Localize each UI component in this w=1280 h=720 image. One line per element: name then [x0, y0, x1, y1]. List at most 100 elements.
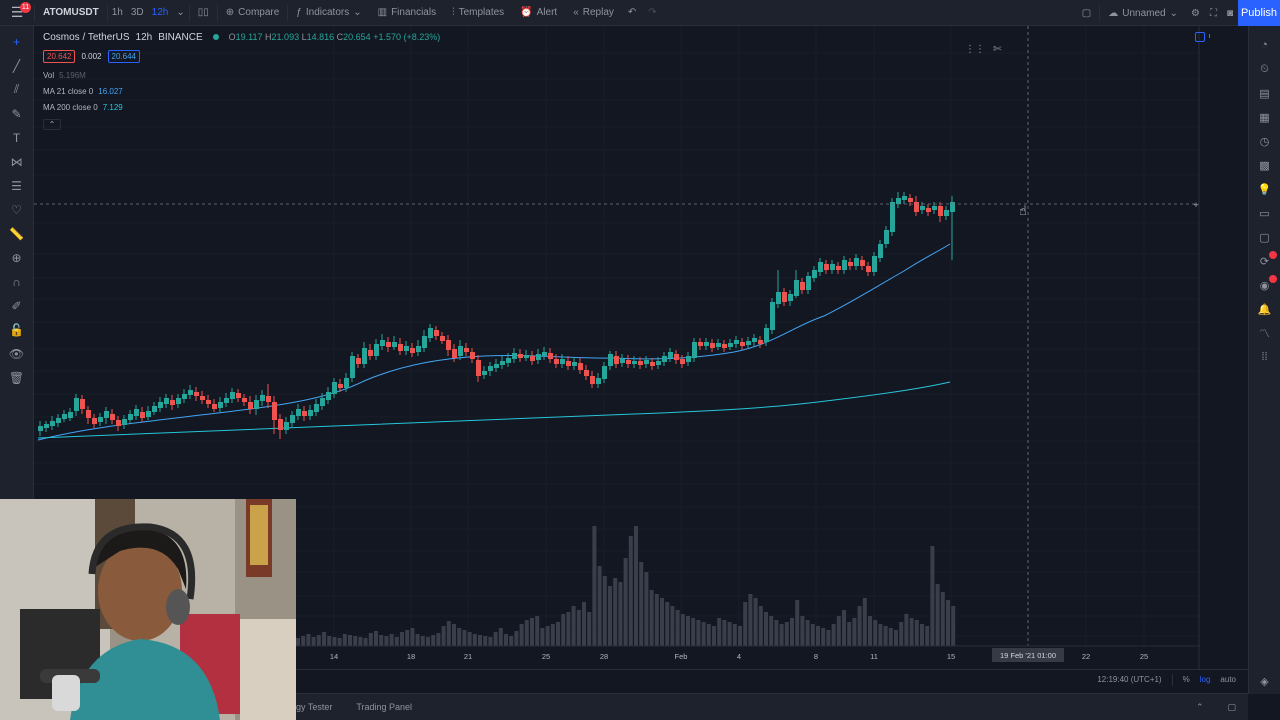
- percent-scale-toggle[interactable]: %: [1183, 675, 1190, 684]
- volume-bar: [951, 606, 956, 646]
- layers-button[interactable]: ◈: [1257, 674, 1273, 688]
- volume-bar: [597, 566, 602, 646]
- chart-trend-button[interactable]: 〽: [1257, 326, 1273, 340]
- magnet-tool[interactable]: ∩: [9, 274, 25, 289]
- icon-tool[interactable]: ♡: [9, 202, 25, 217]
- snapshot-button[interactable]: ◙: [1222, 0, 1238, 26]
- candle-body: [794, 280, 799, 296]
- volume-bar: [821, 628, 826, 646]
- interval-1h[interactable]: 1h: [108, 0, 127, 26]
- volume-bar: [691, 618, 696, 646]
- chats-button[interactable]: ▢: [1257, 230, 1273, 244]
- data-window-button[interactable]: ▤: [1257, 86, 1273, 100]
- stay-drawing-tool[interactable]: ✐: [9, 298, 25, 313]
- buy-button[interactable]: 20.644: [107, 49, 140, 63]
- symbol-description[interactable]: Cosmos / TetherUS: [43, 32, 130, 43]
- ruler-icon: 📏: [9, 226, 24, 241]
- trendline-tool[interactable]: ╱: [9, 58, 25, 73]
- volume-bar: [623, 558, 628, 646]
- interval-dropdown[interactable]: ⌄: [172, 0, 188, 26]
- notification-badge: 11: [20, 1, 31, 13]
- clock-display[interactable]: 12:19:40 (UTC+1): [1097, 675, 1161, 684]
- replay-button[interactable]: «Replay: [565, 0, 622, 26]
- compare-scale-icon[interactable]: [1195, 32, 1205, 42]
- collapse-panel-button[interactable]: ⌃: [1184, 694, 1216, 720]
- volume-bar: [431, 635, 436, 646]
- volume-bar: [914, 620, 919, 646]
- candle-body: [836, 266, 841, 270]
- zoom-tool[interactable]: ⊕: [9, 250, 25, 265]
- alerts-bell-button[interactable]: 🔔: [1257, 302, 1273, 316]
- broadcasts-button[interactable]: ◉: [1257, 275, 1277, 292]
- crosshair-tool[interactable]: +: [9, 34, 25, 49]
- calendar-button[interactable]: ◷: [1257, 134, 1273, 148]
- indicators-button[interactable]: ƒ Indicators ⌄: [288, 0, 369, 26]
- volume-bar: [358, 637, 363, 646]
- volume-bar: [764, 612, 768, 646]
- financials-button[interactable]: ▥ Financials: [370, 0, 444, 26]
- ruler-tool[interactable]: 📏: [9, 226, 25, 241]
- price-axis: USDT50.00044.00038.00032.00028.00024.000…: [1198, 26, 1210, 669]
- candle-body: [596, 378, 601, 384]
- layout-name-button[interactable]: ☁ Unnamed ⌄: [1100, 0, 1186, 26]
- grid-layout-button[interactable]: ⁞⁞: [1257, 350, 1273, 364]
- settings-button[interactable]: ⚙: [1186, 0, 1205, 26]
- candle-body: [212, 404, 217, 409]
- interval-3d[interactable]: 3D: [127, 0, 148, 26]
- fullscreen-button[interactable]: ⛶: [1205, 0, 1222, 26]
- log-scale-toggle[interactable]: log: [1200, 675, 1211, 684]
- lock-drawings-tool[interactable]: 🔓: [9, 322, 25, 337]
- indicator-ma21[interactable]: MA 21 close 0 16.027: [43, 83, 440, 99]
- candle-body: [164, 398, 169, 404]
- text-tool[interactable]: T: [9, 130, 25, 145]
- chart-type-button[interactable]: ▯▯: [190, 0, 217, 26]
- alerts-panel-button[interactable]: ⏲: [1257, 62, 1273, 76]
- lightbulb-button[interactable]: 💡: [1257, 182, 1273, 196]
- collapse-legend-button[interactable]: ⌃: [43, 119, 61, 130]
- candle-body: [950, 202, 955, 212]
- fib-tool[interactable]: ⫽: [9, 82, 25, 97]
- candle-body: [56, 418, 61, 423]
- hide-drawings-tool[interactable]: 👁: [9, 346, 25, 361]
- main-menu-button[interactable]: ☰ 11: [0, 0, 34, 26]
- layout-toggle-button[interactable]: ▢: [1074, 0, 1099, 26]
- drag-handle-icon[interactable]: ⋮⋮: [965, 44, 985, 58]
- brush-tool[interactable]: ✎: [9, 106, 25, 121]
- ideas-button[interactable]: ▩: [1257, 158, 1273, 172]
- candle-body: [830, 264, 835, 270]
- candle-body: [620, 359, 625, 363]
- publish-button[interactable]: Publish: [1238, 0, 1280, 26]
- candle-body: [110, 414, 115, 420]
- tab-strategy-tester[interactable]: gy Tester: [296, 694, 344, 720]
- remove-drawings-tool[interactable]: 🗑: [9, 370, 25, 385]
- sell-button[interactable]: 20.642: [43, 49, 76, 63]
- tab-trading-panel[interactable]: Trading Panel: [344, 694, 424, 720]
- volume-bar: [774, 620, 779, 646]
- prediction-icon: ☰: [11, 178, 22, 193]
- alert-button[interactable]: ⏰ Alert: [512, 0, 565, 26]
- auto-scale-toggle[interactable]: auto: [1220, 675, 1236, 684]
- symbol-search-button[interactable]: ATOMUSDT: [35, 0, 107, 26]
- interval-12h[interactable]: 12h: [148, 0, 173, 26]
- volume-bar: [602, 576, 607, 646]
- notifications-button[interactable]: ⟳: [1257, 251, 1277, 268]
- pattern-tool[interactable]: ⋈: [9, 154, 25, 169]
- candle-body: [932, 206, 937, 210]
- hotlists-button[interactable]: ▦: [1257, 110, 1273, 124]
- streams-button[interactable]: ▭: [1257, 206, 1273, 220]
- candle-body: [134, 409, 139, 416]
- time-tick-label: 25: [542, 652, 550, 661]
- indicator-ma200[interactable]: MA 200 close 0 7.129: [43, 99, 440, 115]
- compare-button[interactable]: ⊕ Compare: [218, 0, 288, 26]
- undo-button[interactable]: ↶: [622, 0, 642, 26]
- volume-bar: [847, 622, 852, 646]
- candle-body: [86, 410, 91, 418]
- templates-button[interactable]: ⫶ Templates: [444, 0, 512, 26]
- redo-button[interactable]: ↷: [642, 0, 662, 26]
- watchlist-button[interactable]: ◔: [1257, 38, 1273, 52]
- eraser-icon[interactable]: ✄: [993, 44, 1001, 58]
- indicator-vol[interactable]: Vol 5.196M: [43, 67, 440, 83]
- webcam-overlay: [0, 499, 296, 720]
- maximize-panel-button[interactable]: ▢: [1215, 694, 1248, 720]
- prediction-tool[interactable]: ☰: [9, 178, 25, 193]
